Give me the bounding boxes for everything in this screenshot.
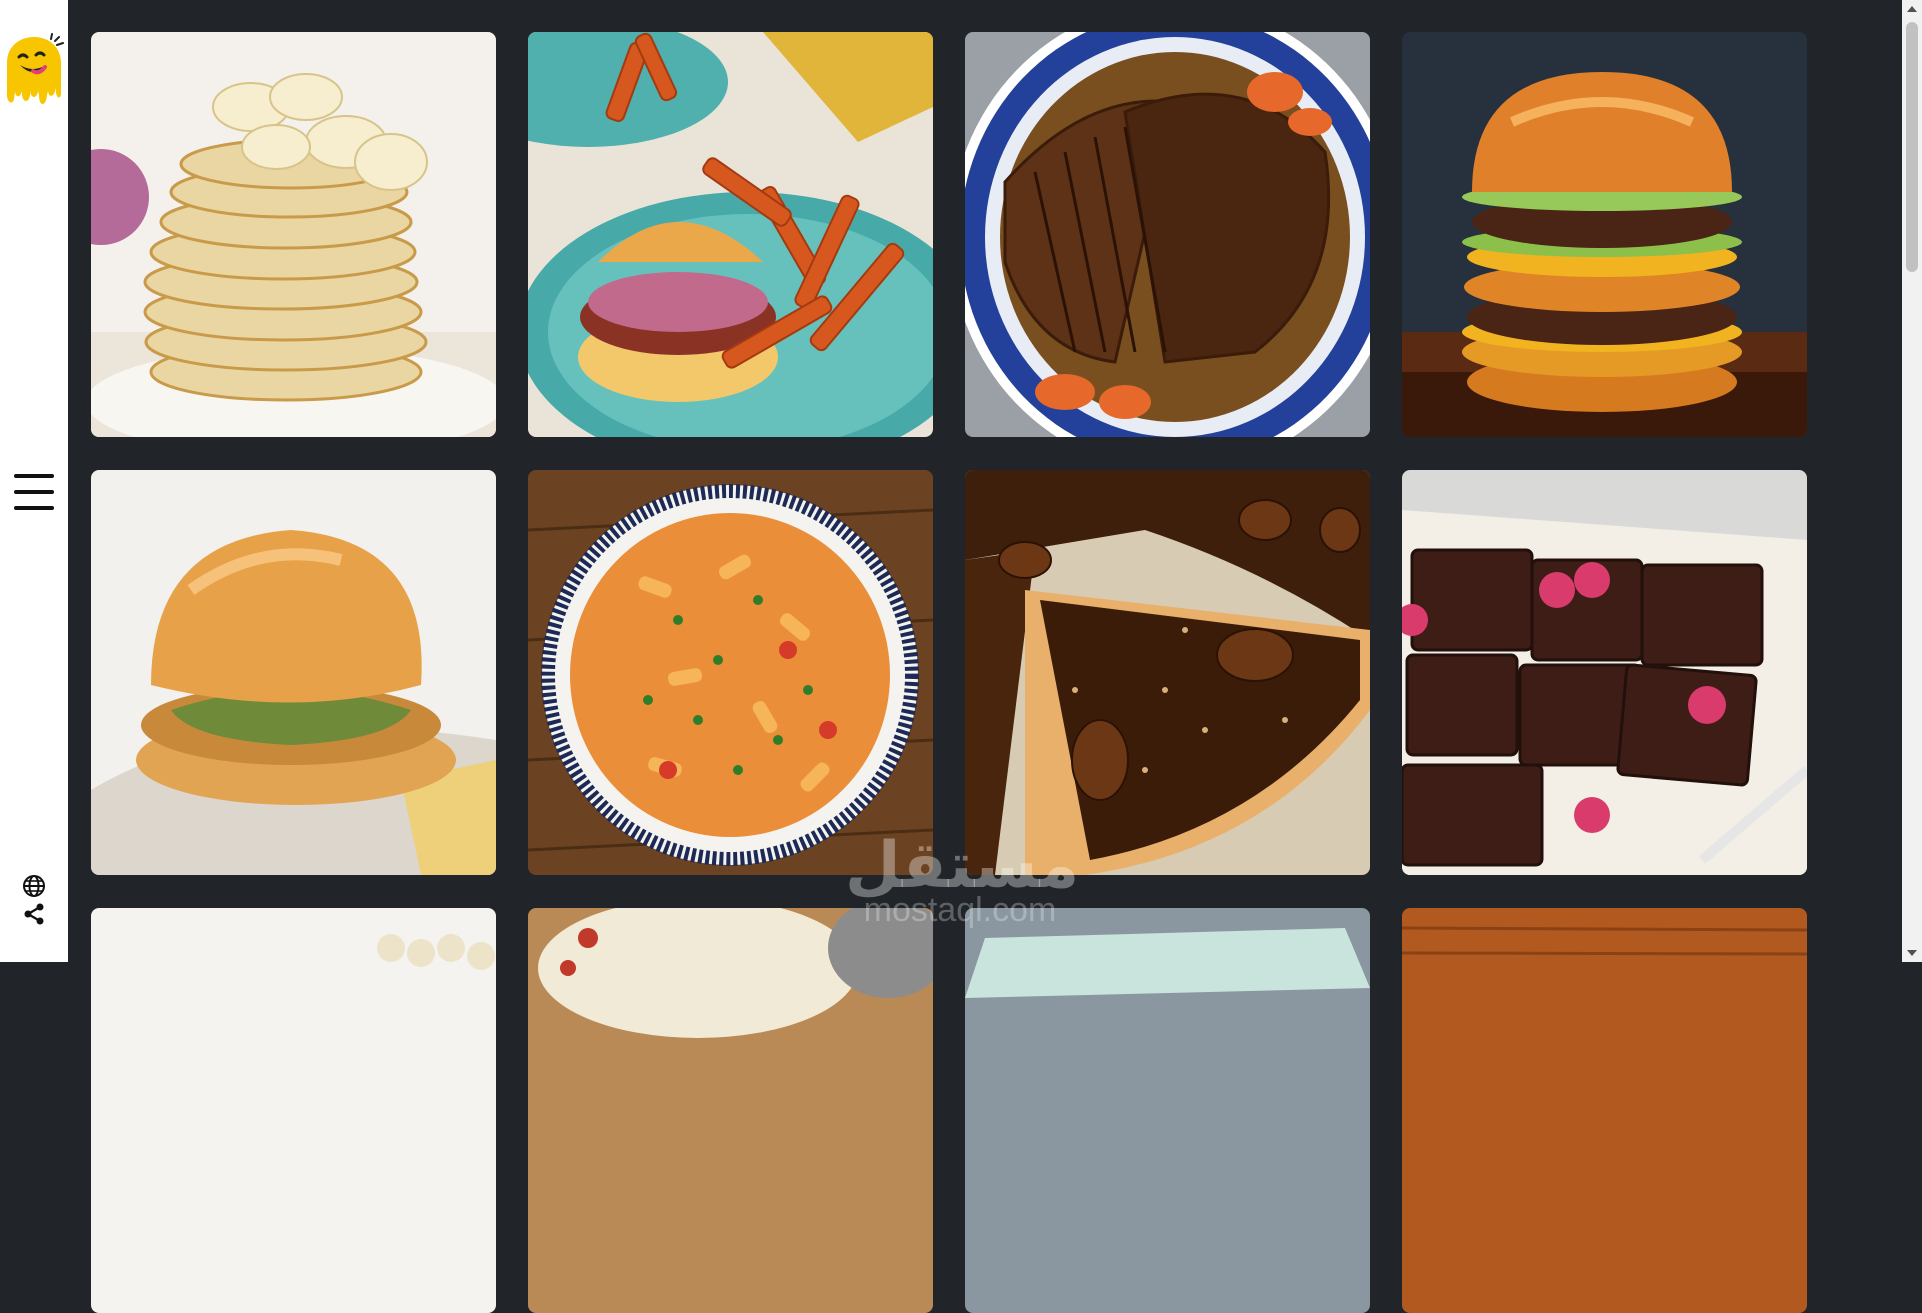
gallery-card-wrapped-dish[interactable] bbox=[965, 908, 1370, 1313]
potato-salad-image bbox=[528, 908, 933, 1313]
menu-bar bbox=[14, 474, 54, 478]
smiley-drip-logo-icon bbox=[7, 33, 64, 104]
pancakes-image bbox=[91, 32, 496, 437]
gallery-card-chicken-sandwich[interactable] bbox=[91, 470, 496, 875]
gallery-card-pecan-pie[interactable] bbox=[965, 470, 1370, 875]
share-button[interactable] bbox=[23, 903, 45, 925]
pecan-pie-image bbox=[965, 470, 1370, 875]
menu-bar bbox=[14, 506, 54, 510]
gallery-card-pot-roast[interactable] bbox=[965, 32, 1370, 437]
scroll-up-icon[interactable] bbox=[1907, 6, 1917, 12]
gallery-card-wooden-board[interactable] bbox=[1402, 908, 1807, 1313]
gallery-card-dough-balls[interactable] bbox=[91, 908, 496, 1313]
wooden-board-image bbox=[1402, 908, 1807, 1313]
vertical-scrollbar[interactable] bbox=[1902, 0, 1922, 962]
gallery-card-burger-fries[interactable] bbox=[528, 32, 933, 437]
pot-roast-image bbox=[965, 32, 1370, 437]
wrapped-dish-image bbox=[965, 908, 1370, 1313]
cheeseburger-image bbox=[1402, 32, 1807, 437]
language-button[interactable] bbox=[22, 874, 46, 898]
sidebar bbox=[0, 0, 68, 962]
hamburger-menu-button[interactable] bbox=[14, 474, 54, 510]
gallery-card-cheeseburger[interactable] bbox=[1402, 32, 1807, 437]
food-gallery bbox=[91, 32, 1807, 1313]
menu-bar bbox=[14, 490, 54, 494]
chicken-sandwich-image bbox=[91, 470, 496, 875]
share-icon bbox=[24, 903, 44, 925]
gallery-card-brownies[interactable] bbox=[1402, 470, 1807, 875]
dough-balls-image bbox=[91, 908, 496, 1313]
scrollbar-thumb[interactable] bbox=[1906, 22, 1918, 272]
brownies-image bbox=[1402, 470, 1807, 875]
pasta-image bbox=[528, 470, 933, 875]
gallery-card-pasta[interactable] bbox=[528, 470, 933, 875]
globe-icon bbox=[23, 875, 45, 897]
gallery-card-potato-salad[interactable] bbox=[528, 908, 933, 1313]
gallery-card-pancakes[interactable] bbox=[91, 32, 496, 437]
scroll-down-icon[interactable] bbox=[1907, 950, 1917, 956]
logo[interactable] bbox=[3, 33, 65, 109]
burger-fries-image bbox=[528, 32, 933, 437]
